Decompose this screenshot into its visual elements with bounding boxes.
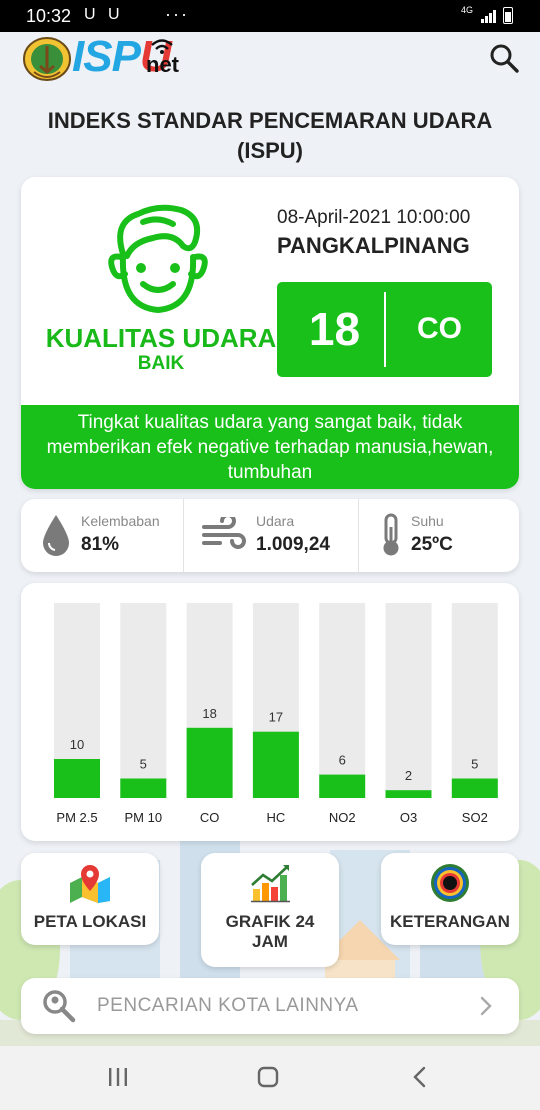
notification-icons: U U [84,6,124,23]
bar-pm-10 [120,778,167,798]
city-name: PANGKALPINANG [277,233,470,258]
recent-apps-icon[interactable] [107,1066,129,1088]
wind-icon [202,517,246,549]
page-title: INDEKS STANDAR PENCEMARAN UDARA (ISPU) [47,108,493,163]
category-label: HC [267,810,286,825]
map-pin-icon [70,865,110,903]
air-pressure-cell: Udara 1.009,24 [184,499,358,572]
air-pressure-value: 1.009,24 [256,534,330,555]
happy-face-icon [108,204,208,313]
water-drop-icon [43,515,69,556]
city-search-placeholder: PENCARIAN KOTA LAINNYA [97,995,359,1016]
weather-card: Kelembaban 81% Udara 1.009,24 Suhu 25ºC [21,499,519,572]
bar-chart-icon [251,865,290,903]
back-icon[interactable] [410,1066,430,1088]
logo-net: net [146,52,179,77]
color-ring-target-icon [431,864,469,902]
category-label: PM 10 [125,810,163,825]
pollutant-chart-card: 10 PM 2.5 5 PM 10 18 CO 17 HC 6 NO2 2 O3 5 SO2 [21,583,519,841]
quality-category: BAIK [137,353,185,374]
quality-description: Tingkat kualitas udara yang sangat baik,… [21,405,519,489]
network-type: 4G [461,5,474,15]
bar-value-label: 17 [269,710,283,725]
category-label: CO [200,810,220,825]
bar-value-label: 5 [471,757,478,772]
bar-no2 [319,774,366,798]
status-bar: 10:32 U U ··· 4G [0,0,540,32]
map-location-label: PETA LOKASI [33,912,147,931]
system-navigation-bar [0,1046,540,1110]
temperature-label: Suhu [411,513,444,529]
app-bar: ISPU net [0,32,540,90]
legend-info-button[interactable]: KETERANGAN [381,853,519,945]
bar-track [319,603,366,798]
bar-value-label: 6 [339,753,346,768]
ispu-value: 18 [308,303,361,355]
air-quality-card: KUALITAS UDARA BAIK 08-April-2021 10:00:… [21,177,519,489]
humidity-value: 81% [81,534,120,555]
battery-icon [503,7,513,24]
pollutant-bar-chart: 10 PM 2.5 5 PM 10 18 CO 17 HC 6 NO2 2 O3 5 SO2 [54,603,498,825]
ispu-value-box: 18 CO [277,282,492,377]
temperature-cell: Suhu 25ºC [359,499,519,572]
bar-value-label: 2 [405,768,412,783]
bar-pm-2-5 [54,759,100,798]
dominant-parameter: CO [417,312,462,345]
quality-label: KUALITAS UDARA [45,323,277,353]
signal-icon [481,10,496,23]
humidity-cell: Kelembaban 81% [21,499,183,572]
chevron-right-icon [480,996,492,1016]
humidity-label: Kelembaban [81,513,160,529]
temperature-value: 25ºC [411,534,453,555]
search-icon[interactable] [488,42,520,74]
graph-24h-button[interactable]: GRAFIK 24 JAM [201,853,339,967]
category-label: PM 2.5 [56,810,97,825]
thermometer-icon [383,513,399,556]
bar-so2 [451,778,498,798]
category-label: NO2 [329,810,356,825]
map-location-button[interactable]: PETA LOKASI [21,853,159,945]
graph-24h-label-line2: JAM [252,932,288,951]
category-label: SO2 [462,810,488,825]
bar-value-label: 18 [202,706,216,721]
home-icon[interactable] [257,1066,279,1088]
ispu-divider [384,292,386,367]
location-search-icon [43,990,76,1023]
bar-hc [252,731,299,798]
status-time: 10:32 [26,6,72,26]
measurement-datetime: 08-April-2021 10:00:00 [277,207,471,228]
bar-value-label: 10 [70,737,84,752]
air-pressure-label: Udara [256,513,295,529]
legend-info-label: KETERANGAN [390,912,510,931]
more-notifications-icon: ··· [165,4,189,24]
bar-o3 [385,790,432,798]
category-label: O3 [400,810,417,825]
logo-isp: ISP [72,32,141,81]
ministry-emblem-icon [23,37,71,81]
city-search-bar[interactable]: PENCARIAN KOTA LAINNYA [21,978,519,1034]
bar-co [186,727,233,798]
graph-24h-label-line1: GRAFIK 24 [225,912,315,931]
bar-value-label: 5 [140,757,147,772]
